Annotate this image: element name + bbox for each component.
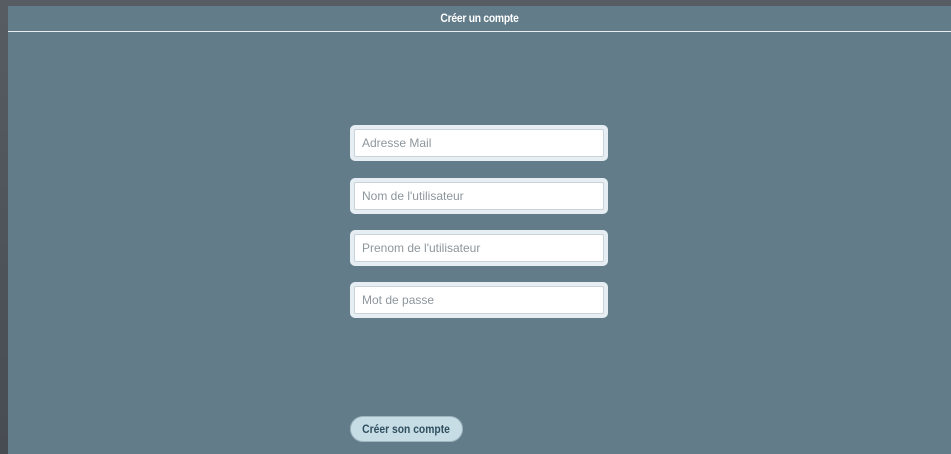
window-frame: Créer un compte Créer son compte (0, 0, 951, 454)
email-field[interactable] (354, 129, 604, 157)
password-field[interactable] (354, 286, 604, 314)
lastname-field-wrapper (350, 178, 608, 214)
page-title: Créer un compte (440, 11, 519, 25)
firstname-field[interactable] (354, 234, 604, 262)
signup-panel: Créer un compte Créer son compte (8, 6, 951, 454)
lastname-field[interactable] (354, 182, 604, 210)
firstname-field-wrapper (350, 230, 608, 266)
create-account-button[interactable]: Créer son compte (350, 416, 463, 442)
page-header: Créer un compte (8, 6, 951, 32)
email-field-wrapper (350, 125, 608, 161)
create-account-button-label: Créer son compte (362, 422, 451, 436)
password-field-wrapper (350, 282, 608, 318)
